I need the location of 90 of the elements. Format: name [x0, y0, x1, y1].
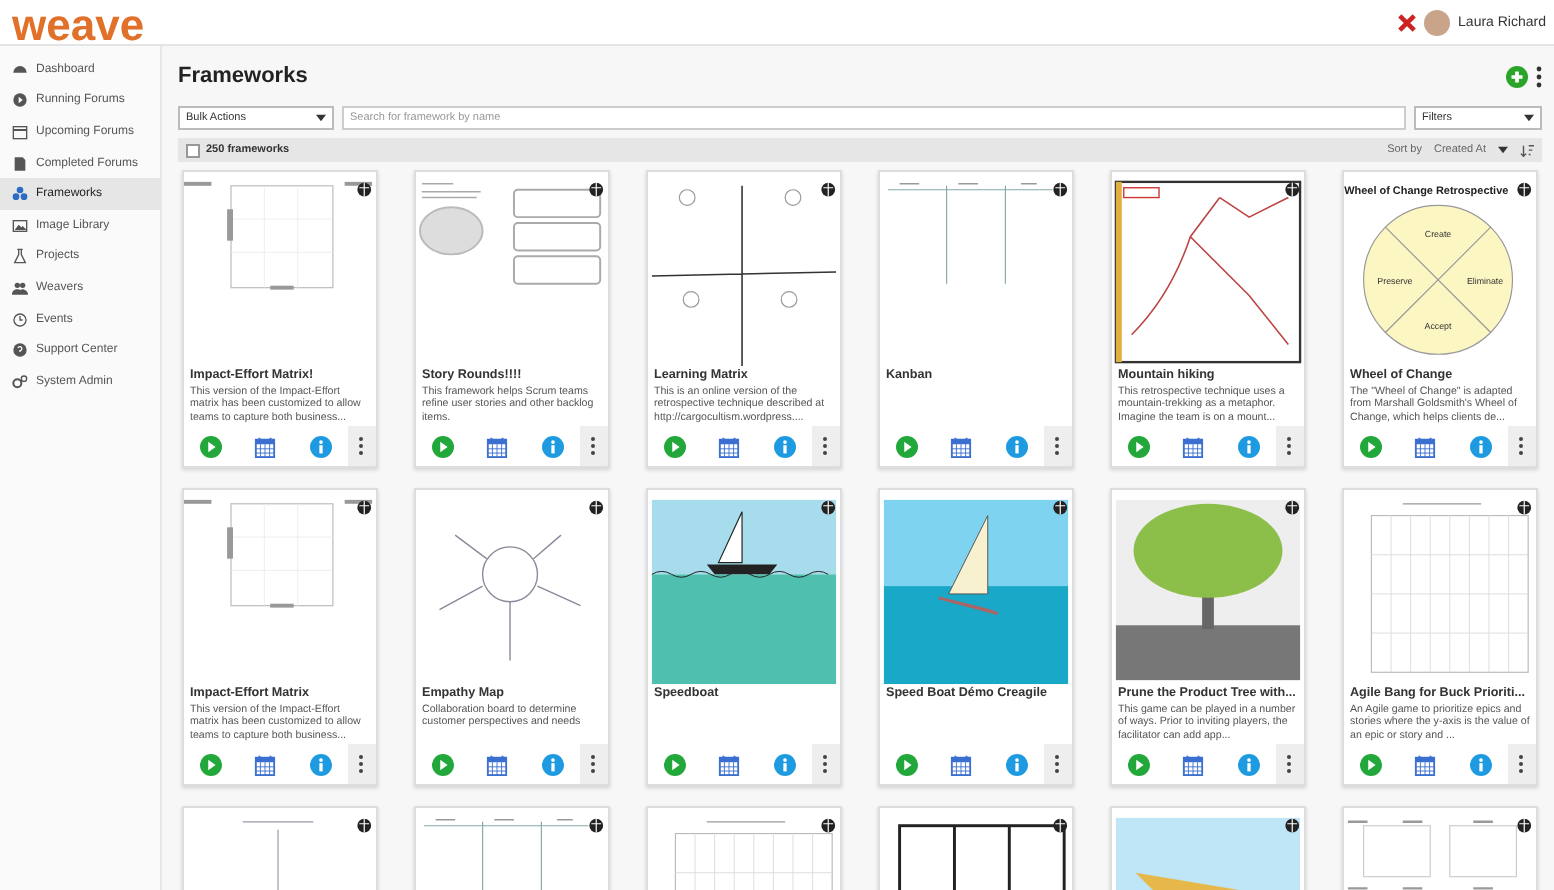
info-icon[interactable]	[309, 753, 332, 775]
gears-icon	[12, 373, 28, 390]
globe-icon	[357, 500, 372, 516]
calendar-icon[interactable]	[486, 753, 509, 775]
doc-icon	[12, 155, 28, 172]
globe-icon	[1517, 500, 1532, 516]
play-icon[interactable]	[1128, 753, 1151, 775]
calendar-icon[interactable]	[950, 753, 973, 775]
more-icon[interactable]	[1518, 754, 1525, 774]
more-icon[interactable]	[590, 754, 597, 774]
more-icon[interactable]	[1054, 436, 1061, 456]
calendar-icon[interactable]	[1414, 435, 1437, 457]
sort-order-icon[interactable]	[1520, 143, 1534, 157]
caret-icon	[1524, 114, 1534, 122]
play-icon[interactable]	[200, 435, 223, 457]
info-icon[interactable]	[1237, 753, 1260, 775]
info-icon[interactable]	[1237, 435, 1260, 457]
more-icon[interactable]	[1286, 754, 1293, 774]
play-icon[interactable]	[896, 435, 919, 457]
globe-icon	[821, 500, 836, 516]
more-icon[interactable]	[822, 754, 829, 774]
globe-icon	[589, 500, 604, 516]
globe-icon	[589, 818, 604, 834]
info-icon[interactable]	[541, 435, 564, 457]
calendar-icon	[12, 123, 28, 140]
more-icon[interactable]	[1536, 65, 1542, 87]
more-icon[interactable]	[1518, 436, 1525, 456]
globe-icon	[1053, 500, 1068, 516]
globe-icon	[821, 818, 836, 834]
play-icon[interactable]	[1128, 435, 1151, 457]
calendar-icon[interactable]	[254, 753, 277, 775]
globe-icon	[1285, 182, 1300, 198]
play-icon[interactable]	[1360, 753, 1383, 775]
info-icon[interactable]	[773, 435, 796, 457]
user-avatar[interactable]	[1424, 10, 1451, 36]
caret-icon	[316, 114, 326, 122]
globe-icon	[589, 182, 604, 198]
play-icon[interactable]	[1360, 435, 1383, 457]
globe-icon	[357, 818, 372, 834]
calendar-icon[interactable]	[718, 435, 741, 457]
info-icon[interactable]	[541, 753, 564, 775]
play-icon[interactable]	[432, 753, 455, 775]
globe-icon	[1285, 500, 1300, 516]
play-icon[interactable]	[664, 753, 687, 775]
globe-icon	[1053, 182, 1068, 198]
page-title: Frameworks	[178, 64, 308, 88]
calendar-icon[interactable]	[1182, 753, 1205, 775]
globe-icon	[1053, 818, 1068, 834]
more-icon[interactable]	[822, 436, 829, 456]
more-icon[interactable]	[590, 436, 597, 456]
more-icon[interactable]	[1286, 436, 1293, 456]
nodes-icon	[12, 186, 28, 203]
play-icon[interactable]	[664, 435, 687, 457]
info-icon[interactable]	[1005, 435, 1028, 457]
help-icon	[12, 342, 28, 359]
globe-icon	[1517, 182, 1532, 198]
play-icon[interactable]	[432, 435, 455, 457]
users-icon	[12, 279, 28, 296]
caret-icon	[1498, 146, 1508, 154]
calendar-icon[interactable]	[486, 435, 509, 457]
empathy-map-drawing	[438, 534, 582, 662]
info-icon[interactable]	[773, 753, 796, 775]
gauge-icon	[12, 61, 28, 78]
calendar-icon[interactable]	[718, 753, 741, 775]
info-icon[interactable]	[1005, 753, 1028, 775]
globe-icon	[357, 182, 372, 198]
info-icon[interactable]	[309, 435, 332, 457]
calendar-icon[interactable]	[254, 435, 277, 457]
play-icon[interactable]	[200, 753, 223, 775]
cross-icon[interactable]	[1398, 14, 1417, 32]
calendar-icon[interactable]	[1414, 753, 1437, 775]
select-all-checkbox[interactable]	[186, 143, 200, 157]
flask-icon	[12, 248, 28, 265]
info-icon[interactable]	[1469, 753, 1492, 775]
image-icon	[12, 217, 28, 234]
globe-icon	[1517, 818, 1532, 834]
more-icon[interactable]	[358, 436, 365, 456]
add-icon[interactable]	[1506, 65, 1528, 87]
logo-text: weave	[12, 10, 145, 44]
calendar-icon[interactable]	[950, 435, 973, 457]
calendar-icon[interactable]	[1182, 435, 1205, 457]
quadrant-drawing	[242, 821, 314, 890]
clock-icon	[12, 311, 28, 328]
play-icon	[12, 92, 28, 109]
more-icon[interactable]	[358, 754, 365, 774]
play-icon[interactable]	[896, 753, 919, 775]
globe-icon	[821, 182, 836, 198]
more-icon[interactable]	[1054, 754, 1061, 774]
globe-icon	[1285, 818, 1300, 834]
info-icon[interactable]	[1469, 435, 1492, 457]
